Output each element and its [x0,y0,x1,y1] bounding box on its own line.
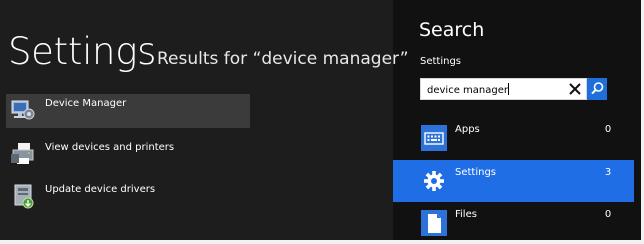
clear-search-button[interactable] [565,79,585,99]
result-label: View devices and printers [45,142,175,153]
result-count: 0 [604,209,612,220]
app-name: Files [455,209,477,220]
device-manager-icon [8,95,38,125]
app-name: Apps [455,124,480,135]
gear-icon [421,168,447,194]
driver-update-icon [8,181,38,211]
printer-icon [8,139,38,169]
result-update-device-drivers[interactable]: Update device drivers [6,180,250,214]
close-icon [569,83,581,95]
app-row-files[interactable]: Files 0 [393,202,634,244]
keyboard-icon [421,125,447,151]
search-query-wrapper: device manager [427,83,509,97]
result-device-manager[interactable]: Device Manager [6,94,250,128]
document-icon [421,210,447,236]
result-label: Device Manager [45,98,127,109]
search-input[interactable]: device manager [420,78,587,100]
app-name: Settings [455,167,497,178]
search-scope-label: Settings [420,56,462,67]
app-row-apps[interactable]: Apps 0 [393,117,634,159]
result-label: Update device drivers [45,184,156,195]
page-title: Settings [8,30,157,73]
search-icon [591,82,604,95]
result-view-devices-and-printers[interactable]: View devices and printers [6,138,250,172]
result-count: 0 [604,124,612,135]
app-row-settings[interactable]: Settings 3 [393,160,634,202]
results-heading: Results for “device manager” [157,49,409,69]
search-go-button[interactable] [587,78,607,100]
search-pane-title: Search [419,19,485,41]
search-screen: Settings Results for “device manager” De… [0,0,644,244]
text-caret [507,83,509,95]
result-count: 3 [604,167,612,178]
search-query: device manager [427,85,508,96]
